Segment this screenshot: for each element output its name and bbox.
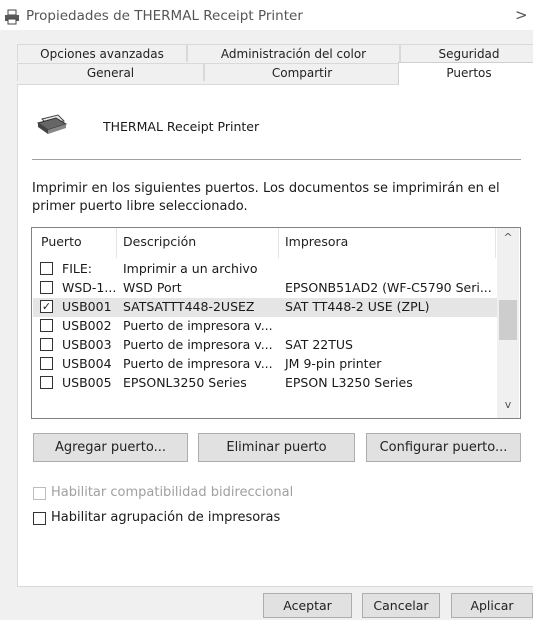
column-header-printer[interactable]: Impresora <box>285 234 348 249</box>
port-description: SATSATTT448-2USEZ <box>123 299 255 314</box>
port-printer: EPSONB51AD2 (WF-C5790 Seri... <box>285 280 492 295</box>
table-row[interactable]: USB004 Puerto de impresora v... JM 9-pin… <box>33 355 499 374</box>
cancel-button[interactable]: Cancelar <box>362 593 440 618</box>
port-checkbox[interactable] <box>40 281 53 294</box>
apply-button[interactable]: Aplicar <box>451 593 533 618</box>
port-printer: EPSON L3250 Series <box>285 375 413 390</box>
close-button[interactable]: > <box>515 6 533 26</box>
tab-seguridad[interactable]: Seguridad <box>400 44 533 62</box>
column-divider[interactable] <box>116 228 117 258</box>
table-row[interactable]: WSD-1... WSD Port EPSONB51AD2 (WF-C5790 … <box>33 279 499 298</box>
table-row[interactable]: USB005 EPSONL3250 Series EPSON L3250 Ser… <box>33 374 499 393</box>
table-row-selected[interactable]: ✓ USB001 SATSATTT448-2USEZ SAT TT448-2 U… <box>33 298 499 317</box>
port-printer: SAT TT448-2 USE (ZPL) <box>285 299 430 314</box>
port-description: EPSONL3250 Series <box>123 375 247 390</box>
port-description: Puerto de impresora v... <box>123 356 273 371</box>
tab-opciones-avanzadas[interactable]: Opciones avanzadas <box>17 44 187 62</box>
printer-pooling-label[interactable]: Habilitar agrupación de impresoras <box>51 510 280 525</box>
table-row[interactable]: FILE: Imprimir a un archivo <box>33 260 499 279</box>
port-checkbox-checked[interactable]: ✓ <box>40 300 53 313</box>
port-checkbox[interactable] <box>40 319 53 332</box>
port-list[interactable]: Puerto Descripción Impresora FILE: Impri… <box>31 227 521 419</box>
port-checkbox[interactable] <box>40 357 53 370</box>
port-description: Puerto de impresora v... <box>123 318 273 333</box>
port-checkbox[interactable] <box>40 262 53 275</box>
table-row[interactable]: USB002 Puerto de impresora v... <box>33 317 499 336</box>
separator <box>32 159 521 160</box>
bidirectional-checkbox <box>33 487 46 500</box>
scrollbar-thumb[interactable] <box>499 300 517 340</box>
tab-puertos[interactable]: Puertos <box>398 62 533 85</box>
column-header-description[interactable]: Descripción <box>123 234 196 249</box>
column-header-port[interactable]: Puerto <box>41 234 82 249</box>
bidirectional-label: Habilitar compatibilidad bidireccional <box>51 485 294 500</box>
scroll-down-arrow-icon[interactable]: v <box>497 398 519 414</box>
port-description: Imprimir a un archivo <box>123 261 258 276</box>
port-name: FILE: <box>62 261 92 276</box>
tab-compartir[interactable]: Compartir <box>204 63 400 81</box>
port-checkbox[interactable] <box>40 338 53 351</box>
port-name: WSD-1... <box>62 280 117 295</box>
port-printer: JM 9-pin printer <box>285 356 382 371</box>
port-checkbox[interactable] <box>40 376 53 389</box>
column-divider[interactable] <box>495 228 496 258</box>
port-description: WSD Port <box>123 280 182 295</box>
printer-name: THERMAL Receipt Printer <box>103 119 260 134</box>
column-divider[interactable] <box>278 228 279 258</box>
window-title: Propiedades de THERMAL Receipt Printer <box>26 8 303 24</box>
table-row[interactable]: USB003 Puerto de impresora v... SAT 22TU… <box>33 336 499 355</box>
ports-description: Imprimir en los siguientes puertos. Los … <box>32 181 500 214</box>
tab-administracion-color[interactable]: Administración del color <box>187 44 400 62</box>
tab-general[interactable]: General <box>17 63 204 81</box>
port-name: USB002 <box>62 318 112 333</box>
port-name: USB003 <box>62 337 112 352</box>
printer-large-icon <box>36 113 68 135</box>
port-description: Puerto de impresora v... <box>123 337 273 352</box>
port-name: USB005 <box>62 375 112 390</box>
scroll-up-arrow-icon[interactable]: ^ <box>497 231 519 247</box>
configure-port-button[interactable]: Configurar puerto... <box>366 433 521 462</box>
delete-port-button[interactable]: Eliminar puerto <box>198 433 355 462</box>
printer-pooling-checkbox[interactable] <box>33 512 46 525</box>
ok-button[interactable]: Aceptar <box>263 593 352 618</box>
port-printer: SAT 22TUS <box>285 337 353 352</box>
add-port-button[interactable]: Agregar puerto... <box>33 433 188 462</box>
printer-icon <box>4 9 20 25</box>
port-name: USB001 <box>62 299 112 314</box>
port-name: USB004 <box>62 356 112 371</box>
